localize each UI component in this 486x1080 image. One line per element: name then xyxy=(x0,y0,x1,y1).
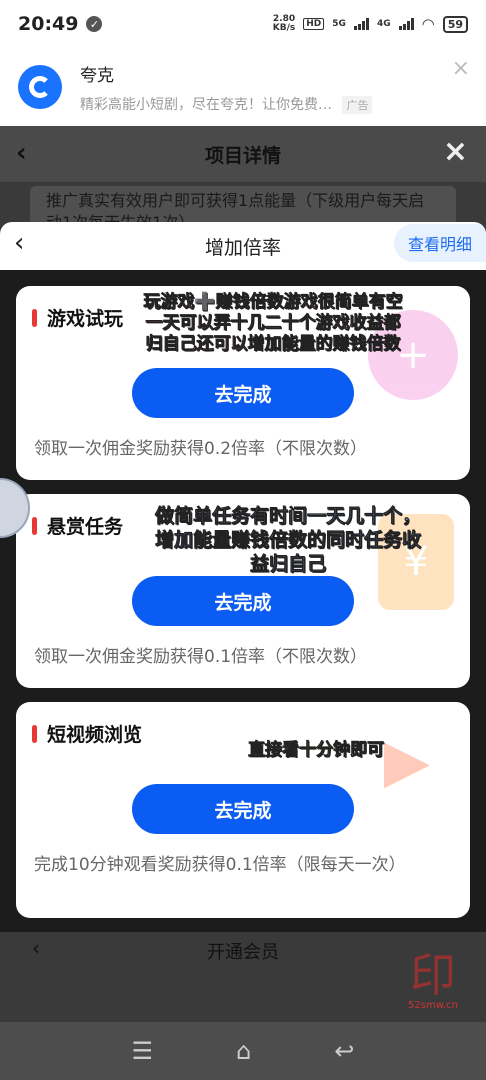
task-title: 短视频浏览 xyxy=(47,724,143,746)
hd-badge: HD xyxy=(303,18,325,30)
signal-icon xyxy=(353,18,369,30)
ad-close-icon[interactable]: × xyxy=(452,56,470,81)
battery-indicator: 59 xyxy=(442,15,468,33)
home-icon[interactable]: ⌂ xyxy=(236,1037,251,1065)
close-icon[interactable]: × xyxy=(443,134,468,169)
title-marker xyxy=(32,308,37,327)
status-indicators: 2.80 KB/s HD 5G 4G ◠ 59 xyxy=(273,15,468,33)
sheet-title: 增加倍率 xyxy=(204,236,281,259)
task-description: 领取一次佣金奖励获得0.1倍率（不限次数） xyxy=(34,647,368,667)
check-icon: ✓ xyxy=(86,16,103,32)
ad-app-name: 夸克 xyxy=(80,65,114,86)
task-title: 游戏试玩 xyxy=(47,308,124,330)
seal-icon: 印 xyxy=(410,948,456,1002)
signal-icon-2 xyxy=(398,18,414,30)
task-title: 悬赏任务 xyxy=(47,516,124,538)
task-title-row: 游戏试玩 xyxy=(32,304,123,331)
task-card-bounty: ¥ 悬赏任务 做简单任务有时间一天几十个，增加能量赚钱倍数的同时任务收益归自己 … xyxy=(16,494,470,688)
background-title: 项目详情 xyxy=(204,144,281,167)
annotation-note: 玩游戏➕赚钱倍数游戏很简单有空一天可以弄十几二十个游戏收益都归自己还可以增加能量… xyxy=(143,292,403,355)
annotation-note: 做简单任务有时间一天几十个，增加能量赚钱倍数的同时任务收益归自己 xyxy=(154,505,422,576)
task-card-video: ▶ 短视频浏览 直接看十分钟即可 去完成 完成10分钟观看奖励获得0.1倍率（限… xyxy=(16,702,470,918)
title-marker xyxy=(32,724,37,743)
task-title-row: 短视频浏览 xyxy=(32,720,142,747)
task-description: 完成10分钟观看奖励获得0.1倍率（限每天一次） xyxy=(34,855,406,875)
ad-tag: 广告 xyxy=(342,95,373,114)
chevron-left-icon[interactable]: ‹ xyxy=(16,138,27,168)
menu-icon[interactable]: ☰ xyxy=(132,1037,154,1065)
annotation-note: 直接看十分钟即可 xyxy=(248,740,385,761)
network-speed: 2.80 KB/s xyxy=(273,15,295,33)
title-marker xyxy=(32,516,37,535)
ad-description: 精彩高能小短剧，尽在夸克！让你免费… xyxy=(80,96,332,113)
ad-banner[interactable]: 夸克 精彩高能小短剧，尽在夸克！让你免费… 广告 × xyxy=(0,48,486,126)
view-details-button[interactable]: 查看明细 xyxy=(393,224,486,262)
status-time: 20:49 xyxy=(18,13,79,35)
status-bar: 20:49 ✓ 2.80 KB/s HD 5G 4G ◠ 59 xyxy=(0,0,486,48)
sheet-back-icon[interactable]: ‹ xyxy=(14,228,24,258)
quark-logo-icon xyxy=(18,65,62,109)
task-description: 领取一次佣金奖励获得0.2倍率（不限次数） xyxy=(34,439,368,459)
ad-text: 夸克 精彩高能小短剧，尽在夸克！让你免费… 广告 xyxy=(80,61,373,114)
ad-description-row: 精彩高能小短剧，尽在夸克！让你免费… 广告 xyxy=(80,94,373,114)
complete-button[interactable]: 去完成 xyxy=(132,576,354,626)
task-card-game: + 游戏试玩 玩游戏➕赚钱倍数游戏很简单有空一天可以弄十几二十个游戏收益都归自己… xyxy=(16,286,470,480)
complete-button[interactable]: 去完成 xyxy=(132,784,354,834)
watermark-seal: 印 52smw.cn xyxy=(388,950,478,1060)
network-5g-label: 5G xyxy=(332,19,346,29)
complete-button[interactable]: 去完成 xyxy=(132,368,354,418)
network-speed-unit: KB/s xyxy=(272,23,296,33)
wifi-icon: ◠ xyxy=(421,15,435,33)
boost-sheet: ‹ 增加倍率 查看明细 + 游戏试玩 玩游戏➕赚钱倍数游戏很简单有空一天可以弄十… xyxy=(0,222,486,932)
background-header: ‹ 项目详情 × xyxy=(0,126,486,182)
network-4g-label: 4G xyxy=(376,19,391,29)
back-arrow-icon[interactable]: ↩ xyxy=(334,1037,354,1065)
task-title-row: 悬赏任务 xyxy=(32,512,123,539)
video-camera-icon: ▶ xyxy=(383,726,431,796)
sheet-header: ‹ 增加倍率 查看明细 xyxy=(0,222,486,270)
